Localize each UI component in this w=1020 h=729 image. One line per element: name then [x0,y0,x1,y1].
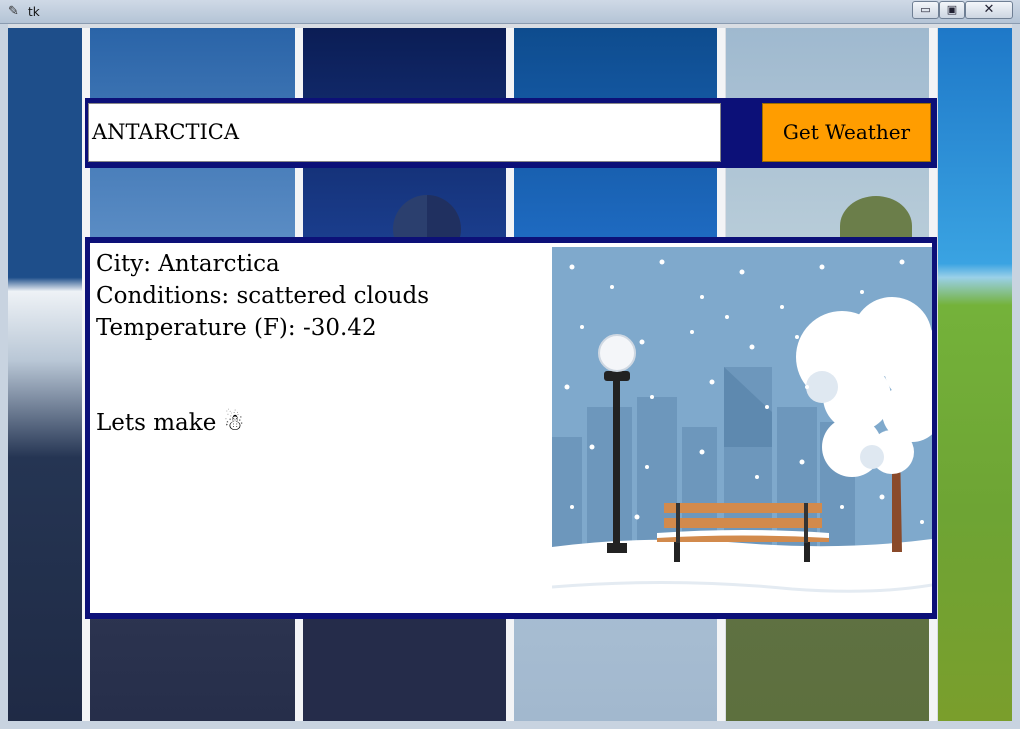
window-border-left [0,24,8,729]
window-title: tk [28,5,40,19]
close-button[interactable]: ✕ [965,1,1013,19]
temperature-label: Temperature (F): -30.42 [96,315,377,341]
maximize-button[interactable]: ▣ [939,1,965,19]
snowman-message: Lets make ☃ [96,410,245,436]
city-label: City: Antarctica [96,251,280,277]
window-border-bottom [0,721,1020,729]
get-weather-button[interactable]: Get Weather [762,103,931,162]
window-border-right [1012,24,1020,729]
weather-illustration [552,247,932,607]
city-input[interactable]: ANTARCTICA [88,103,721,162]
background-panel [938,28,1012,721]
feather-icon: ✎ [8,4,19,19]
window-titlebar: ✎ tk ▭ ▣ ✕ [0,0,1020,24]
background-panel [8,28,82,721]
minimize-button[interactable]: ▭ [912,1,939,19]
conditions-label: Conditions: scattered clouds [96,283,430,309]
